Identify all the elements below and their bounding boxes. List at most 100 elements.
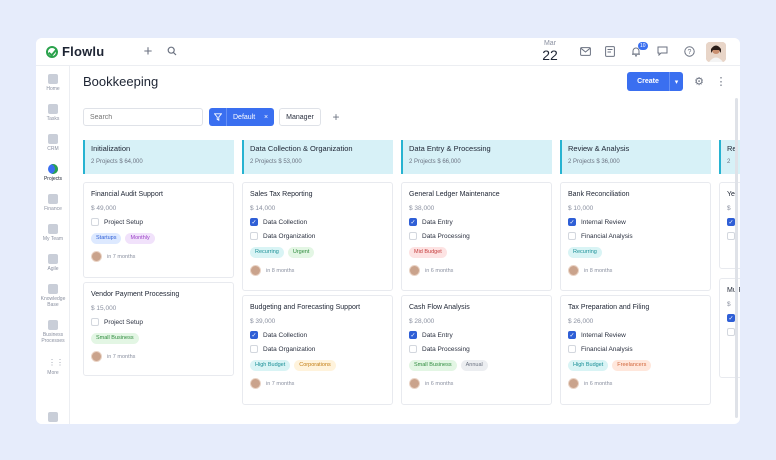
project-card[interactable]: Cash Flow Analysis $ 28,000 ✓ Data Entry…	[401, 295, 552, 405]
assignee-avatar[interactable]	[250, 265, 261, 276]
task-item: ✓ Data Collection	[250, 218, 385, 226]
card-amount: $	[727, 301, 731, 308]
task-checkbox[interactable]	[250, 232, 258, 240]
create-button[interactable]: Create ▾	[627, 72, 683, 91]
sidebar-item-knowledge-base[interactable]: Knowledge Base	[36, 284, 70, 308]
svg-text:?: ?	[687, 49, 691, 56]
calendar-date[interactable]: Mar 22	[538, 40, 562, 63]
task-checkbox[interactable]: ✓	[568, 218, 576, 226]
help-icon[interactable]: ?	[681, 43, 697, 59]
tag-list: Startups Monthly	[91, 233, 226, 244]
project-card[interactable]: Financial Audit Support $ 49,000 Project…	[83, 182, 234, 278]
agile-icon	[48, 254, 58, 264]
app-window: Flowlu + Mar 22 10 ? Home Tasks CRM Proj…	[36, 38, 740, 424]
column-title: Review & Analysis	[568, 144, 630, 153]
assignee-avatar[interactable]	[409, 378, 420, 389]
task-label: Project Setup	[104, 218, 144, 226]
gear-icon[interactable]: ⚙	[692, 75, 706, 89]
filter-label: Default	[233, 113, 256, 121]
sidebar-item-more[interactable]: ⋮⋮ More	[36, 358, 70, 376]
assignee-avatar[interactable]	[409, 265, 420, 276]
task-checkbox[interactable]: ✓	[727, 218, 735, 226]
sidebar-item-crm[interactable]: CRM	[36, 134, 70, 152]
task-item: ✓ Internal Review	[568, 218, 703, 226]
mail-icon[interactable]	[577, 43, 593, 59]
task-label: Internal Review	[581, 331, 626, 339]
task-item: Data Organization	[250, 232, 385, 240]
project-card[interactable]: General Ledger Maintenance $ 38,000 ✓ Da…	[401, 182, 552, 291]
task-checkbox[interactable]: ✓	[250, 331, 258, 339]
sidebar-item-label: Projects	[43, 176, 63, 182]
due-date: in 8 months	[584, 267, 613, 274]
sidebar-item-agile[interactable]: Agile	[36, 254, 70, 272]
task-label: Data Collection	[263, 218, 308, 226]
project-card[interactable]: Budgeting and Forecasting Support $ 39,0…	[242, 295, 393, 405]
task-checkbox[interactable]: ✓	[568, 331, 576, 339]
task-item: ✓ Data Entry	[409, 218, 544, 226]
card-meta: in 8 months	[568, 265, 703, 276]
sidebar-item-tasks[interactable]: Tasks	[36, 104, 70, 122]
sidebar-item-finance[interactable]: Finance	[36, 194, 70, 212]
column-header[interactable]: Review & Analysis 2 Projects $ 36,000	[560, 140, 711, 174]
logo[interactable]: Flowlu	[46, 44, 104, 59]
sidebar-item-projects[interactable]: Projects	[36, 164, 70, 182]
task-checkbox[interactable]	[250, 345, 258, 353]
task-checkbox[interactable]	[91, 318, 99, 326]
task-checkbox[interactable]	[568, 232, 576, 240]
sidebar-item-business-processes[interactable]: Business Processes	[36, 320, 70, 344]
user-avatar[interactable]	[706, 42, 726, 62]
chevron-down-icon[interactable]: ▾	[669, 72, 683, 91]
task-checkbox[interactable]: ✓	[250, 218, 258, 226]
task-label: Data Processing	[422, 232, 470, 240]
chat-icon[interactable]	[654, 43, 670, 59]
column-header[interactable]: Data Collection & Organization 2 Project…	[242, 140, 393, 174]
assignee-avatar[interactable]	[568, 265, 579, 276]
vertical-scrollbar[interactable]	[735, 98, 738, 418]
project-card[interactable]: Sales Tax Reporting $ 14,000 ✓ Data Coll…	[242, 182, 393, 291]
card-title: Sales Tax Reporting	[250, 191, 313, 198]
column-header[interactable]: Initialization 2 Projects $ 64,000	[83, 140, 234, 174]
column-summary: 2 Projects $ 64,000	[91, 159, 143, 165]
close-icon[interactable]: ×	[264, 114, 274, 121]
task-checkbox[interactable]	[727, 232, 735, 240]
card-title: Vendor Payment Processing	[91, 291, 180, 298]
tag: Startups	[91, 233, 122, 244]
card-amount: $	[727, 205, 731, 212]
assignee-avatar[interactable]	[91, 251, 102, 262]
column-header[interactable]: Data Entry & Processing 2 Projects $ 66,…	[401, 140, 552, 174]
add-filter-icon[interactable]: +	[329, 108, 343, 126]
assignee-avatar[interactable]	[91, 351, 102, 362]
search-icon[interactable]	[164, 43, 180, 59]
card-title: Mu Pro	[727, 287, 740, 294]
project-card[interactable]: Bank Reconciliation $ 10,000 ✓ Internal …	[560, 182, 711, 291]
task-checkbox[interactable]	[568, 345, 576, 353]
add-icon[interactable]: +	[140, 43, 156, 60]
column-title: Initialization	[91, 144, 131, 153]
sidebar-item-home[interactable]: Home	[36, 74, 70, 92]
project-card[interactable]: Tax Preparation and Filing $ 26,000 ✓ In…	[560, 295, 711, 405]
more-vertical-icon[interactable]: ⋮	[714, 75, 728, 89]
card-amount: $ 15,000	[91, 305, 117, 312]
project-card[interactable]: Vendor Payment Processing $ 15,000 Proje…	[83, 282, 234, 376]
sidebar-item-my-team[interactable]: My Team	[36, 224, 70, 242]
task-checkbox[interactable]	[409, 345, 417, 353]
task-checkbox[interactable]	[91, 218, 99, 226]
task-checkbox[interactable]: ✓	[409, 218, 417, 226]
task-checkbox[interactable]: ✓	[409, 331, 417, 339]
sidebar-item-label: More	[47, 370, 59, 376]
task-checkbox[interactable]	[727, 328, 735, 336]
assignee-avatar[interactable]	[568, 378, 579, 389]
task-item: ✓	[727, 314, 740, 322]
sidebar-item-settings[interactable]	[36, 412, 70, 424]
card-meta: in 6 months	[409, 265, 544, 276]
tag: Recurring	[250, 247, 284, 258]
tag: Recurring	[568, 247, 602, 258]
search-input[interactable]	[83, 108, 203, 126]
assignee-avatar[interactable]	[250, 378, 261, 389]
filter-default-button[interactable]: Default ×	[209, 108, 274, 126]
notes-icon[interactable]	[602, 43, 618, 59]
manager-filter-button[interactable]: Manager	[279, 108, 321, 126]
task-checkbox[interactable]: ✓	[727, 314, 735, 322]
task-checkbox[interactable]	[409, 232, 417, 240]
card-meta: in 6 months	[409, 378, 544, 389]
